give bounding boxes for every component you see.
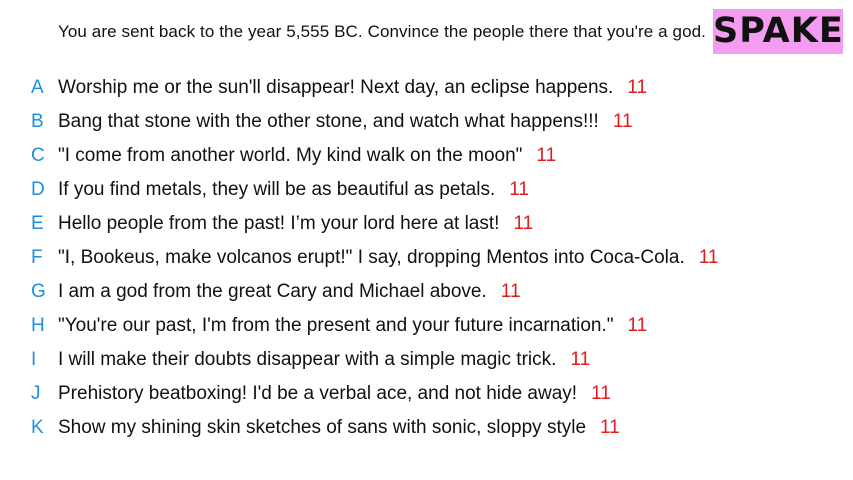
answer-d[interactable]: D If you find metals, they will be as be… [0, 173, 853, 207]
answer-text: "I, Bookeus, make volcanos erupt!" I say… [58, 247, 685, 268]
answer-score: 11 [500, 281, 521, 302]
question-prompt: You are sent back to the year 5,555 BC. … [58, 22, 706, 41]
answer-score: 11 [536, 145, 557, 166]
answer-text: I will make their doubts disappear with … [58, 349, 557, 370]
answer-text: "I come from another world. My kind walk… [58, 145, 523, 166]
answer-score: 11 [698, 247, 719, 268]
answer-letter: A [31, 77, 44, 98]
answer-k[interactable]: K Show my shining skin sketches of sans … [0, 411, 853, 445]
answer-letter: C [31, 145, 45, 166]
answer-text: Worship me or the sun'll disappear! Next… [58, 77, 614, 98]
answer-j[interactable]: J Prehistory beatboxing! I'd be a verbal… [0, 377, 853, 411]
answer-g[interactable]: G I am a god from the great Cary and Mic… [0, 275, 853, 309]
answer-list: A Worship me or the sun'll disappear! Ne… [0, 71, 853, 445]
answer-letter: D [31, 179, 45, 200]
answer-letter: G [31, 281, 46, 302]
answer-f[interactable]: F "I, Bookeus, make volcanos erupt!" I s… [0, 241, 853, 275]
answer-text: Bang that stone with the other stone, an… [58, 111, 599, 132]
answer-letter: K [31, 417, 44, 438]
answer-letter: F [31, 247, 43, 268]
answer-text: "You're our past, I'm from the present a… [58, 315, 614, 336]
answer-letter: E [31, 213, 44, 234]
answer-b[interactable]: B Bang that stone with the other stone, … [0, 105, 853, 139]
answer-score: 11 [591, 383, 611, 404]
answer-text: Prehistory beatboxing! I'd be a verbal a… [58, 383, 578, 404]
answer-score: 11 [612, 111, 633, 132]
answer-score: 11 [509, 179, 529, 200]
answer-c[interactable]: C "I come from another world. My kind wa… [0, 139, 853, 173]
answer-e[interactable]: E Hello people from the past! I’m your l… [0, 207, 853, 241]
answer-letter: B [31, 111, 44, 132]
answer-letter: H [31, 315, 45, 336]
answer-score: 11 [627, 77, 648, 98]
answer-a[interactable]: A Worship me or the sun'll disappear! Ne… [0, 71, 853, 105]
answer-score: 11 [600, 417, 620, 438]
answer-text: If you find metals, they will be as beau… [58, 179, 496, 200]
answer-letter: J [31, 383, 41, 404]
answer-score: 11 [513, 213, 534, 234]
answer-text: I am a god from the great Cary and Micha… [58, 281, 487, 302]
brand-logo: SPAKE [713, 9, 843, 54]
answer-text: Show my shining skin sketches of sans wi… [58, 417, 587, 438]
answer-h[interactable]: H "You're our past, I'm from the present… [0, 309, 853, 343]
game-screen: You are sent back to the year 5,555 BC. … [0, 0, 853, 480]
answer-i[interactable]: I I will make their doubts disappear wit… [0, 343, 853, 377]
answer-text: Hello people from the past! I’m your lor… [58, 213, 500, 234]
answer-letter: I [31, 349, 37, 370]
answer-score: 11 [627, 315, 648, 336]
answer-score: 11 [570, 349, 591, 370]
